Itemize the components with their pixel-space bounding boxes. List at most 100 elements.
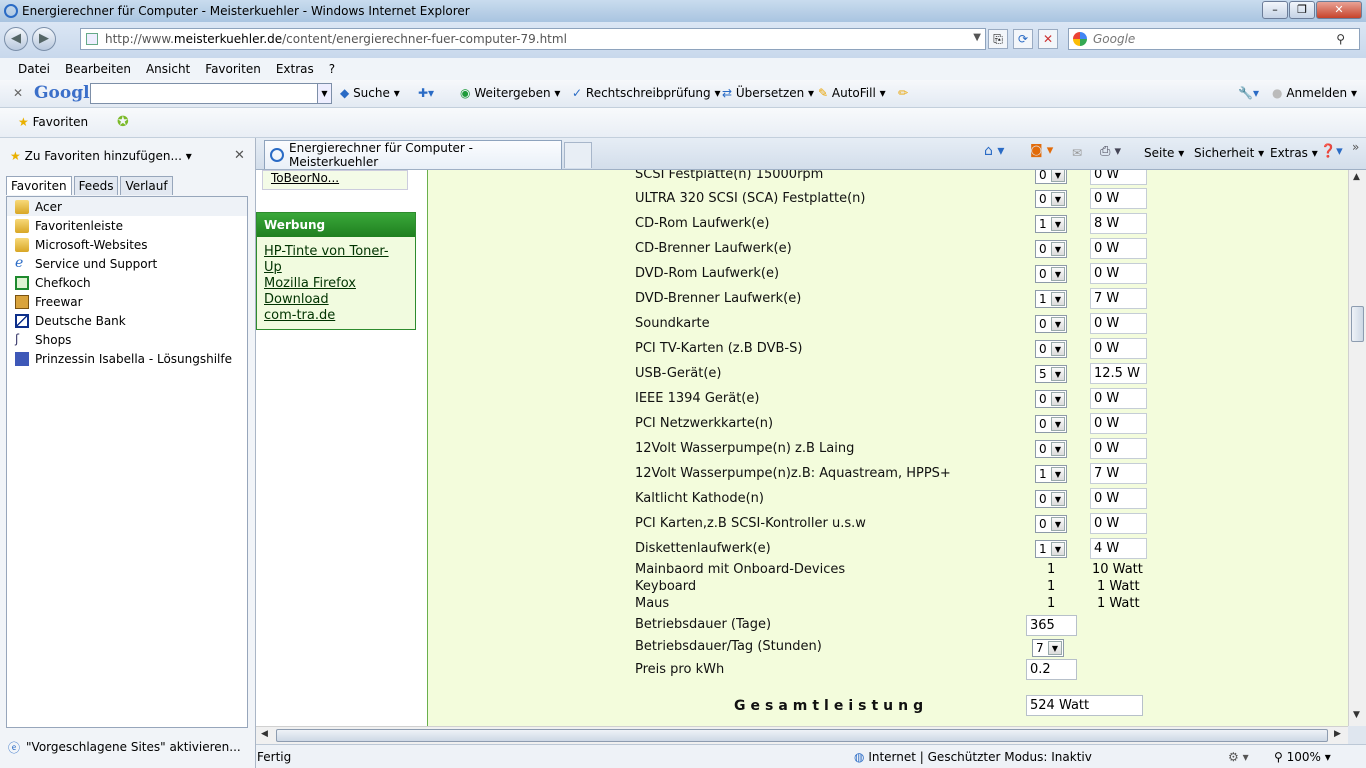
mail-icon[interactable]: ✉ xyxy=(1072,146,1082,160)
help-icon[interactable]: ❓▾ xyxy=(1320,144,1343,159)
list-item[interactable]: Deutsche Bank xyxy=(7,311,247,330)
count-select[interactable]: 0 ▼ xyxy=(1035,515,1067,533)
tobeorno-link[interactable]: ToBeorNo... xyxy=(262,170,408,190)
count-select[interactable]: 0 ▼ xyxy=(1035,390,1067,408)
watts-field[interactable]: 7 W xyxy=(1090,288,1147,309)
weitergeben-button[interactable]: ◉ Weitergeben ▾ xyxy=(460,86,560,100)
list-item[interactable]: Chefkoch xyxy=(7,273,247,292)
ad-link-download[interactable]: Download xyxy=(257,292,415,308)
horizontal-scroll-thumb[interactable] xyxy=(276,729,1328,742)
close-toolbar-icon[interactable]: ✕ xyxy=(13,86,23,100)
betriebsdauer-input[interactable]: 365 xyxy=(1026,615,1077,636)
count-select[interactable]: 5 ▼ xyxy=(1035,365,1067,383)
watts-field[interactable]: 0 W xyxy=(1090,338,1147,359)
menu-ansicht[interactable]: Ansicht xyxy=(146,62,190,76)
extras-menu[interactable]: Extras ▾ xyxy=(1270,146,1318,160)
scroll-up-icon[interactable]: ▲ xyxy=(1353,172,1360,182)
count-select[interactable]: 0 ▼ xyxy=(1035,170,1067,184)
compatibility-icon[interactable]: ⎘ xyxy=(988,29,1008,49)
watts-field[interactable]: 0 W xyxy=(1090,388,1147,409)
new-tab-button[interactable] xyxy=(564,142,592,168)
chevron-down-icon[interactable]: ▼ xyxy=(317,84,331,103)
add-favorite-star-icon[interactable]: ✪ xyxy=(117,114,129,130)
watts-field[interactable]: 8 W xyxy=(1090,213,1147,234)
security-zone[interactable]: ◍ Internet | Geschützter Modus: Inaktiv xyxy=(854,750,1092,764)
suggested-sites-link[interactable]: ⓔ "Vorgeschlagene Sites" aktivieren... xyxy=(0,736,256,758)
feed-icon[interactable]: ◙ ▾ xyxy=(1030,143,1053,158)
chevron-right-icon[interactable]: » xyxy=(1352,140,1359,154)
watts-field[interactable]: 0 W xyxy=(1090,438,1147,459)
list-item[interactable]: Prinzessin Isabella - Lösungshilfe xyxy=(7,349,247,368)
rechtschreib-button[interactable]: ✓ Rechtschreibprüfung ▾ xyxy=(572,86,721,100)
ad-link-firefox[interactable]: Mozilla Firefox xyxy=(257,276,415,292)
forward-button[interactable]: ▶ xyxy=(32,27,56,51)
list-item[interactable]: Acer xyxy=(7,197,247,216)
protected-mode-icon[interactable]: ⚙ ▾ xyxy=(1228,750,1249,764)
zoom-control[interactable]: ⚲ 100% ▾ xyxy=(1274,750,1331,764)
scroll-left-icon[interactable]: ◀ xyxy=(261,729,268,739)
count-select[interactable]: 0 ▼ xyxy=(1035,240,1067,258)
watts-field[interactable]: 7 W xyxy=(1090,463,1147,484)
list-item[interactable]: Microsoft-Websites xyxy=(7,235,247,254)
address-dropdown-icon[interactable]: ▼ xyxy=(973,32,981,43)
list-item[interactable]: e Service und Support xyxy=(7,254,247,273)
count-select[interactable]: 1 ▼ xyxy=(1035,540,1067,558)
search-input[interactable]: Google ⚲ xyxy=(1068,28,1360,50)
menu-help[interactable]: ? xyxy=(329,62,335,76)
horizontal-scrollbar[interactable]: ◀ ▶ xyxy=(256,726,1348,744)
menu-datei[interactable]: Datei xyxy=(18,62,50,76)
gesamtleistung-field[interactable]: 524 Watt xyxy=(1026,695,1143,716)
anmelden-button[interactable]: ● Anmelden ▾ xyxy=(1272,86,1357,100)
watts-field[interactable]: 0 W xyxy=(1090,263,1147,284)
sicherheit-menu[interactable]: Sicherheit ▾ xyxy=(1194,146,1264,160)
watts-field[interactable]: 0 W xyxy=(1090,188,1147,209)
minimize-button[interactable]: – xyxy=(1262,1,1288,19)
count-select[interactable]: 0 ▼ xyxy=(1035,315,1067,333)
ad-link-comtra[interactable]: com-tra.de xyxy=(257,308,415,324)
watts-field[interactable]: 0 W xyxy=(1090,488,1147,509)
google-search-input[interactable]: ▼ xyxy=(90,83,332,104)
favoriten-button[interactable]: ★ Favoriten xyxy=(18,115,88,129)
add-favorites-button[interactable]: ★ Zu Favoriten hinzufügen... ▾ xyxy=(10,149,192,163)
address-bar[interactable]: http://www. meisterkuehler.de/content/ene… xyxy=(80,28,986,50)
close-button[interactable]: ✕ xyxy=(1316,1,1362,19)
tab-verlauf[interactable]: Verlauf xyxy=(120,176,173,195)
tab-active[interactable]: Energierechner für Computer - Meisterkue… xyxy=(264,140,562,169)
watts-field[interactable]: 0 W xyxy=(1090,238,1147,259)
count-select[interactable]: 0 ▼ xyxy=(1035,340,1067,358)
count-select[interactable]: 0 ▼ xyxy=(1035,490,1067,508)
plus-icon[interactable]: ✚▾ xyxy=(418,86,434,100)
list-item[interactable]: ʃ Shops xyxy=(7,330,247,349)
wrench-icon[interactable]: 🔧▾ xyxy=(1238,86,1259,100)
home-icon[interactable]: ⌂ ▾ xyxy=(984,143,1004,159)
preis-input[interactable]: 0.2 xyxy=(1026,659,1077,680)
ad-link-hp-tinte[interactable]: HP-Tinte von Toner- xyxy=(257,244,415,260)
back-button[interactable]: ◀ xyxy=(4,27,28,51)
scroll-right-icon[interactable]: ▶ xyxy=(1334,729,1341,739)
scroll-down-icon[interactable]: ▼ xyxy=(1353,710,1360,720)
close-sidebar-icon[interactable]: ✕ xyxy=(234,148,245,163)
tab-feeds[interactable]: Feeds xyxy=(73,176,119,195)
suche-button[interactable]: ◆ Suche ▾ xyxy=(340,86,400,100)
print-icon[interactable]: ⎙ ▾ xyxy=(1100,144,1121,159)
list-item[interactable]: Favoritenleiste xyxy=(7,216,247,235)
watts-field[interactable]: 0 W xyxy=(1090,413,1147,434)
count-select[interactable]: 0 ▼ xyxy=(1035,265,1067,283)
watts-field[interactable]: 4 W xyxy=(1090,538,1147,559)
scroll-thumb[interactable] xyxy=(1351,306,1364,342)
search-icon[interactable]: ⚲ xyxy=(1336,29,1345,49)
count-select[interactable]: 1 ▼ xyxy=(1035,290,1067,308)
menu-favoriten[interactable]: Favoriten xyxy=(205,62,261,76)
ad-link-hp-tinte-cont[interactable]: Up xyxy=(257,260,415,276)
menu-extras[interactable]: Extras xyxy=(276,62,314,76)
uebersetzen-button[interactable]: ⇄ Übersetzen ▾ xyxy=(722,86,814,100)
menu-bearbeiten[interactable]: Bearbeiten xyxy=(65,62,131,76)
highlight-icon[interactable]: ✏ xyxy=(898,86,908,100)
watts-field[interactable]: 0 W xyxy=(1090,513,1147,534)
watts-field[interactable]: 12.5 W xyxy=(1090,363,1147,384)
tab-favoriten[interactable]: Favoriten xyxy=(6,176,72,195)
maximize-button[interactable]: ❐ xyxy=(1289,1,1315,19)
stunden-select[interactable]: 7 ▼ xyxy=(1032,639,1064,657)
seite-menu[interactable]: Seite ▾ xyxy=(1144,146,1184,160)
vertical-scrollbar[interactable]: ▲ ▼ xyxy=(1348,170,1366,726)
